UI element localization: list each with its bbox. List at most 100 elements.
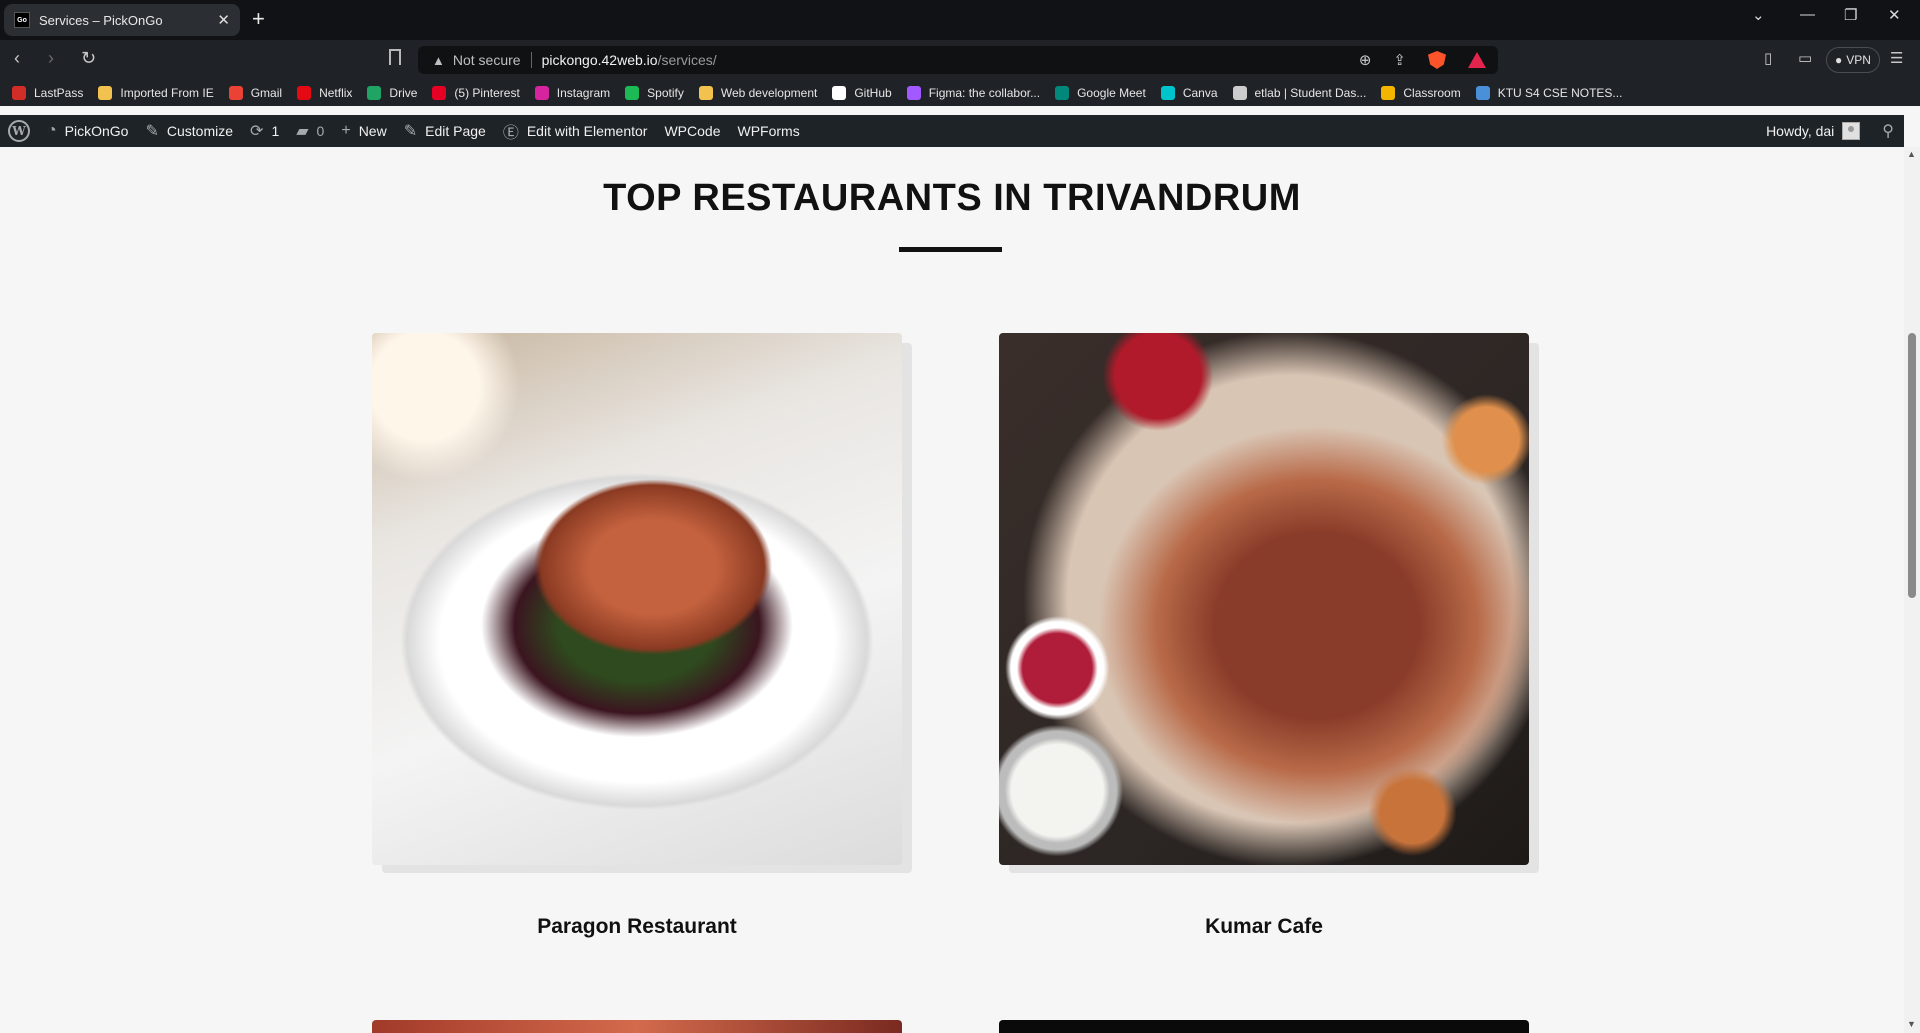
share-icon[interactable]: ⇪ — [1393, 51, 1406, 69]
page-scrollbar[interactable]: ▲ ▼ — [1904, 147, 1920, 1033]
bookmark-item[interactable]: Spotify — [625, 86, 684, 100]
page-content: TOP RESTAURANTS IN TRIVANDRUM Paragon Re… — [0, 147, 1904, 1033]
restaurant-image-next-1[interactable] — [372, 1020, 902, 1033]
bookmark-item[interactable]: etlab | Student Das... — [1232, 86, 1366, 100]
sidebar-toggle-icon[interactable]: ▯ — [1764, 49, 1772, 67]
wp-logo-menu[interactable]: W — [8, 120, 30, 142]
dashboard-icon: ◔ — [47, 122, 57, 139]
bookmark-item[interactable]: GitHub — [832, 86, 892, 100]
bookmark-label: Web development — [720, 86, 818, 100]
site-name-menu[interactable]: ◔ PickOnGo — [47, 122, 128, 140]
search-icon[interactable]: ⚲ — [1882, 121, 1894, 141]
bookmark-favicon-icon — [698, 86, 713, 100]
forward-button[interactable]: › — [48, 48, 54, 69]
vpn-button[interactable]: ● VPN — [1826, 47, 1880, 73]
address-bar[interactable]: ▲ Not secure pickongo.42web.io/services/… — [418, 46, 1498, 74]
restaurant-name-paragon[interactable]: Paragon Restaurant — [372, 915, 902, 939]
updates-icon: ⟳ — [250, 123, 264, 140]
restaurant-image-paragon[interactable] — [372, 333, 902, 865]
wp-admin-bar: W ◔ PickOnGo ✎ Customize ⟳ 1 ▰ 0 + New ✎… — [0, 115, 1904, 147]
bookmark-item[interactable]: Imported From IE — [98, 86, 214, 100]
edit-elementor-label: Edit with Elementor — [526, 123, 648, 139]
bookmark-favicon-icon — [906, 86, 921, 100]
bookmark-favicon-icon — [1475, 86, 1490, 100]
bookmark-item[interactable]: Google Meet — [1055, 86, 1146, 100]
bookmark-item[interactable]: Drive — [367, 86, 417, 100]
browser-toolbar: ‹ › ↻ ▲ Not secure pickongo.42web.io/ser… — [0, 40, 1920, 80]
brave-rewards-icon[interactable] — [1468, 52, 1486, 68]
bookmark-label: Spotify — [647, 86, 684, 100]
url-path: /services/ — [657, 52, 717, 68]
security-status[interactable]: Not secure — [453, 52, 521, 68]
close-window-button[interactable]: ✕ — [1888, 6, 1901, 24]
bookmark-item[interactable]: LastPass — [12, 86, 83, 100]
bookmark-favicon-icon — [1232, 86, 1247, 100]
updates-link[interactable]: ⟳ 1 — [250, 121, 279, 141]
wpforms-menu[interactable]: WPForms — [737, 123, 799, 139]
browser-tab[interactable]: Go Services – PickOnGo ✕ — [4, 4, 240, 36]
bookmark-favicon-icon — [432, 86, 447, 100]
bookmark-label: LastPass — [34, 86, 84, 100]
reload-button[interactable]: ↻ — [81, 48, 96, 69]
tab-close-icon[interactable]: ✕ — [217, 11, 230, 29]
wpcode-menu[interactable]: WPCode — [664, 123, 720, 139]
minimize-button[interactable]: — — [1800, 6, 1815, 23]
bookmark-label: Instagram — [556, 86, 611, 100]
bookmark-favicon-icon — [1160, 86, 1175, 100]
bookmark-label: Drive — [389, 86, 418, 100]
bookmark-item[interactable]: KTU S4 CSE NOTES... — [1475, 86, 1622, 100]
bookmark-label: GitHub — [854, 86, 892, 100]
customize-link[interactable]: ✎ Customize — [145, 121, 233, 141]
edit-page-link[interactable]: ✎ Edit Page — [404, 121, 486, 141]
restaurant-image-kumar[interactable] — [999, 333, 1529, 865]
bookmark-item[interactable]: Figma: the collabor... — [906, 86, 1041, 100]
site-favicon-icon: Go — [14, 12, 30, 28]
bookmarks-bar: LastPass Imported From IE Gmail Netflix Driv… — [0, 80, 1920, 106]
zoom-icon[interactable]: ⊕ — [1359, 51, 1372, 69]
bookmark-item[interactable]: Canva — [1160, 86, 1218, 100]
new-content-menu[interactable]: + New — [341, 122, 386, 140]
bookmark-item[interactable]: Web development — [698, 86, 818, 100]
new-tab-button[interactable]: + — [252, 6, 265, 32]
wordpress-logo-icon: W — [8, 120, 30, 142]
back-button[interactable]: ‹ — [14, 48, 20, 69]
bookmark-icon[interactable] — [389, 49, 401, 65]
bookmark-item[interactable]: Instagram — [534, 86, 611, 100]
scroll-thumb[interactable] — [1908, 333, 1916, 598]
restaurant-name-kumar[interactable]: Kumar Cafe — [999, 915, 1529, 939]
pencil-icon: ✎ — [403, 123, 418, 140]
scroll-up-icon[interactable]: ▲ — [1907, 149, 1916, 159]
restore-button[interactable]: ❐ — [1844, 6, 1857, 24]
new-label: New — [358, 123, 387, 139]
url-host: pickongo.42web.io — [541, 52, 658, 68]
brave-shields-icon[interactable] — [1428, 51, 1446, 69]
heading-divider — [899, 247, 1002, 252]
elementor-icon: Ⓔ — [502, 125, 519, 142]
bookmark-item[interactable]: Classroom — [1381, 86, 1461, 100]
vpn-label: VPN — [1846, 53, 1871, 67]
comment-icon: ▰ — [296, 123, 309, 140]
page-heading: TOP RESTAURANTS IN TRIVANDRUM — [603, 177, 1301, 219]
bookmark-item[interactable]: Gmail — [228, 86, 282, 100]
bookmark-favicon-icon — [1381, 86, 1396, 100]
scroll-down-icon[interactable]: ▼ — [1907, 1019, 1916, 1029]
bookmark-item[interactable]: (5) Pinterest — [432, 86, 520, 100]
bookmark-label: Figma: the collabor... — [928, 86, 1041, 100]
wpforms-label: WPForms — [737, 123, 800, 139]
account-menu[interactable]: Howdy, dai ⚲ — [1766, 115, 1904, 147]
plus-icon: + — [341, 122, 351, 139]
wallet-icon[interactable]: ▭ — [1798, 49, 1812, 67]
restaurant-image-next-2[interactable] — [999, 1020, 1529, 1033]
bookmark-favicon-icon — [297, 86, 312, 100]
tab-search-chevron-icon[interactable]: ⌄ — [1752, 6, 1765, 24]
bookmark-item[interactable]: Netflix — [297, 86, 352, 100]
bookmark-favicon-icon — [98, 86, 113, 100]
edit-elementor-link[interactable]: Ⓔ Edit with Elementor — [503, 119, 648, 143]
avatar — [1842, 122, 1861, 140]
comments-count: 0 — [316, 123, 325, 139]
paintbrush-icon: ✎ — [145, 123, 159, 140]
comments-link[interactable]: ▰ 0 — [296, 121, 324, 141]
customize-label: Customize — [166, 123, 234, 139]
menu-icon[interactable]: ☰ — [1890, 49, 1903, 67]
bookmark-favicon-icon — [1055, 86, 1070, 100]
